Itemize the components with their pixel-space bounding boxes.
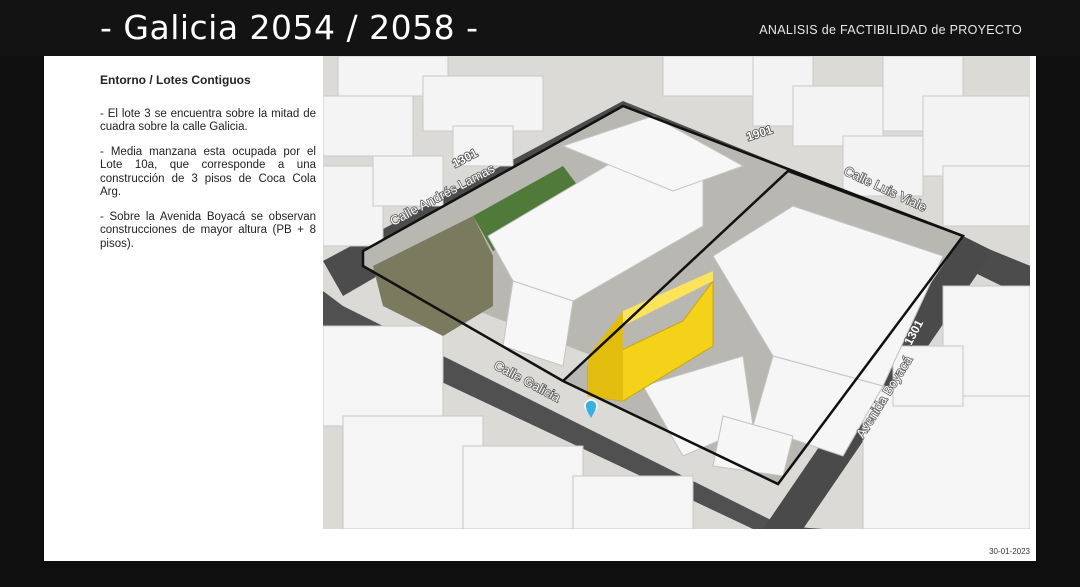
section-title: Entorno / Lotes Contiguos — [100, 73, 251, 87]
header-bar: - Galicia 2054 / 2058 - ANALISIS de FACT… — [0, 0, 1080, 56]
footer-date: 30-01-2023 — [989, 547, 1030, 556]
page-title: - Galicia 2054 / 2058 - — [100, 8, 479, 47]
paragraph-lote-3: - El lote 3 se encuentra sobre la mitad … — [100, 107, 316, 134]
paragraph-boyaca: - Sobre la Avenida Boyacá se observan co… — [100, 210, 316, 250]
aerial-map: Calle Andrés Lamas 1301 Calle Luis Viale… — [323, 56, 1030, 529]
paragraph-lote-10a: - Media manzana esta ocupada por el Lote… — [100, 145, 316, 199]
page-subtitle: ANALISIS de FACTIBILIDAD de PROYECTO — [759, 23, 1022, 37]
text-column: Entorno / Lotes Contiguos - El lote 3 se… — [100, 73, 316, 262]
slide: Entorno / Lotes Contiguos - El lote 3 se… — [44, 56, 1036, 561]
map-svg: Calle Andrés Lamas 1301 Calle Luis Viale… — [323, 56, 1030, 529]
